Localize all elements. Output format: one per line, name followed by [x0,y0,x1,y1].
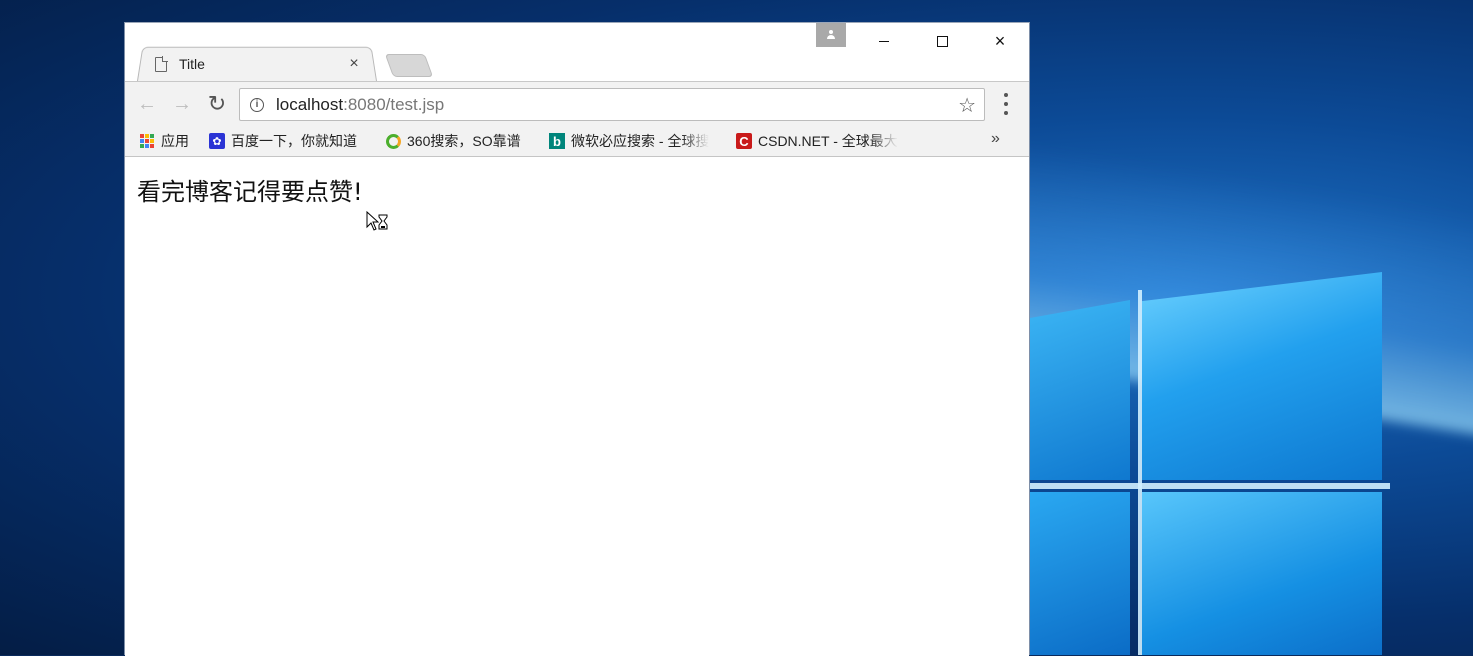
tab-title: Title [179,56,205,72]
window-logo-pane [1142,492,1382,655]
window-logo-pane [1030,300,1130,480]
360-icon [385,133,401,149]
bookmark-360[interactable]: 360搜索，SO靠谱 [385,130,521,152]
bookmark-label: 百度一下，你就知道 [231,133,357,149]
bookmark-baidu[interactable]: ✿ 百度一下，你就知道 [209,130,357,152]
file-icon [155,55,168,72]
bookmark-bing[interactable]: b 微软必应搜索 - 全球搜 [549,130,723,152]
back-button[interactable]: ← [135,92,159,116]
url-host: localhost [276,94,344,114]
url-path: :8080/test.jsp [343,94,445,114]
info-icon[interactable]: i [250,97,264,112]
bookmark-star-icon[interactable]: ☆ [958,93,976,118]
bookmark-apps[interactable]: 应用 [139,130,189,152]
reload-button[interactable]: ↻ [205,91,229,116]
apps-icon [139,133,155,149]
address-bar[interactable]: i localhost:8080/test.jsp ☆ [239,88,985,121]
tab-close-icon[interactable]: × [345,55,363,73]
window-logo-pane [1030,492,1130,655]
url-text[interactable]: localhost:8080/test.jsp [276,95,444,115]
title-bar: Title × × [125,23,1029,81]
bookmark-label: 360搜索，SO靠谱 [407,133,521,149]
window-logo-divider [1030,483,1390,489]
page-content: 看完博客记得要点赞! [125,157,1029,656]
close-icon: × [994,31,1006,51]
bookmark-csdn[interactable]: C CSDN.NET - 全球最大 [736,130,912,152]
csdn-icon: C [736,133,752,149]
forward-button[interactable]: → [170,92,194,116]
bookmarks-overflow-button[interactable]: » [991,130,1000,148]
page-heading: 看完博客记得要点赞! [137,178,363,206]
bookmarks-bar: 应用 ✿ 百度一下，你就知道 360搜索，SO靠谱 b 微软必应搜索 - 全球搜… [125,126,1029,157]
navigation-toolbar: ← → ↻ i localhost:8080/test.jsp ☆ [125,81,1029,126]
bing-icon: b [549,133,565,149]
busy-cursor-icon [366,211,388,231]
baidu-icon: ✿ [209,133,225,149]
profile-button[interactable] [816,23,846,47]
window-logo-divider [1138,290,1142,655]
minimize-button[interactable] [855,23,913,59]
bookmark-label: CSDN.NET - 全球最大 [758,133,898,149]
bookmark-label: 应用 [161,133,189,149]
close-window-button[interactable]: × [971,23,1029,59]
maximize-button[interactable] [913,23,971,59]
minimize-icon [879,40,889,42]
window-logo-pane [1142,272,1382,480]
browser-window: Title × × ← → ↻ i localhost:8080/test.js… [124,22,1030,656]
new-tab-button[interactable] [384,54,434,77]
bookmark-label: 微软必应搜索 - 全球搜 [571,133,710,149]
browser-menu-button[interactable] [1003,93,1009,115]
person-icon [826,30,836,40]
maximize-icon [936,35,948,47]
tab-content[interactable]: Title × [143,53,371,75]
